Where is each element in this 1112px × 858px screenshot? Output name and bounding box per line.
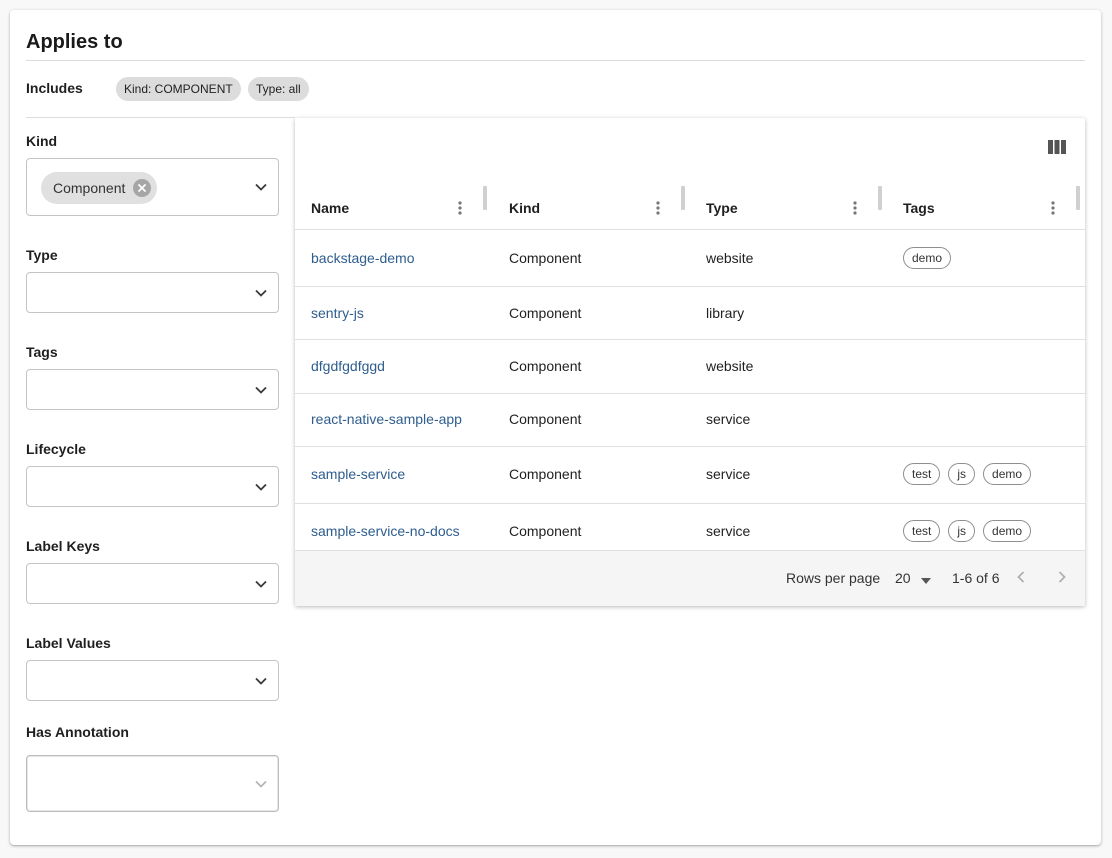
- label-keys-filter-label: Label Keys: [26, 538, 100, 554]
- entity-name-link[interactable]: react-native-sample-app: [311, 411, 462, 427]
- arrow-drop-down-icon[interactable]: [920, 571, 932, 587]
- entity-type: service: [706, 411, 751, 427]
- has-annotation-select[interactable]: [26, 755, 279, 812]
- includes-divider: [26, 117, 295, 118]
- pagination-range: 1-6 of 6: [952, 570, 1000, 586]
- more-vert-icon[interactable]: [853, 200, 857, 216]
- chevron-left-icon[interactable]: [1016, 570, 1026, 587]
- card-title: Applies to: [26, 31, 123, 53]
- lifecycle-select[interactable]: [26, 466, 279, 507]
- entity-type: service: [706, 523, 751, 539]
- rows-per-page-value: 20: [895, 570, 911, 586]
- entity-kind: Component: [509, 250, 582, 266]
- entity-name-link[interactable]: sample-service-no-docs: [311, 523, 460, 539]
- entity-name-link[interactable]: backstage-demo: [311, 250, 415, 266]
- tag-chip: test: [903, 463, 941, 485]
- label-keys-select[interactable]: [26, 563, 279, 604]
- column-resize-handle[interactable]: [483, 186, 487, 210]
- chevron-down-icon[interactable]: [254, 674, 268, 688]
- row-divider: [295, 503, 1085, 504]
- title-divider: [26, 60, 1085, 61]
- row-divider: [295, 446, 1085, 447]
- entity-type: service: [706, 466, 751, 482]
- rows-per-page-select[interactable]: 20: [895, 570, 932, 587]
- entity-tags: test js demo: [903, 520, 1039, 542]
- entity-table: Name Kind Type Tags backstage-demo Compo…: [295, 118, 1085, 606]
- tag-chip: demo: [983, 463, 1032, 485]
- entity-name-link[interactable]: sample-service: [311, 466, 405, 482]
- lifecycle-filter-label: Lifecycle: [26, 441, 86, 457]
- chevron-down-icon[interactable]: [254, 777, 268, 791]
- includes-chip-type: Type: all: [248, 77, 309, 101]
- kind-chip-label: Component: [53, 180, 126, 196]
- column-header-name[interactable]: Name: [311, 188, 349, 228]
- entity-tags: test js demo: [903, 463, 1039, 485]
- row-divider: [295, 339, 1085, 340]
- more-vert-icon[interactable]: [458, 200, 462, 216]
- type-select[interactable]: [26, 272, 279, 313]
- tag-chip: js: [948, 520, 976, 542]
- entity-kind: Component: [509, 305, 582, 321]
- tag-chip: demo: [983, 520, 1032, 542]
- tag-chip: demo: [903, 247, 952, 269]
- more-vert-icon[interactable]: [656, 200, 660, 216]
- column-header-tags[interactable]: Tags: [903, 188, 935, 228]
- includes-label: Includes: [26, 80, 83, 96]
- column-resize-handle[interactable]: [1076, 186, 1080, 210]
- column-header-type[interactable]: Type: [706, 188, 738, 228]
- chevron-down-icon[interactable]: [254, 180, 268, 194]
- label-values-filter-label: Label Values: [26, 635, 111, 651]
- entity-kind: Component: [509, 523, 582, 539]
- entity-kind: Component: [509, 358, 582, 374]
- more-vert-icon[interactable]: [1051, 200, 1055, 216]
- chevron-down-icon[interactable]: [254, 577, 268, 591]
- entity-name-link[interactable]: dfgdfgdfggd: [311, 358, 385, 374]
- row-divider: [295, 393, 1085, 394]
- rows-per-page-label: Rows per page: [786, 570, 881, 586]
- kind-select[interactable]: Component: [26, 158, 279, 216]
- entity-type: website: [706, 358, 754, 374]
- entity-tags: demo: [903, 247, 959, 269]
- includes-chip-kind: Kind: COMPONENT: [116, 77, 241, 101]
- type-filter-label: Type: [26, 247, 58, 263]
- chevron-down-icon[interactable]: [254, 480, 268, 494]
- has-annotation-filter-label: Has Annotation: [26, 724, 129, 740]
- tags-filter-label: Tags: [26, 344, 58, 360]
- column-header-kind[interactable]: Kind: [509, 188, 540, 228]
- chevron-down-icon[interactable]: [254, 383, 268, 397]
- row-divider: [295, 286, 1085, 287]
- column-resize-handle[interactable]: [878, 186, 882, 210]
- entity-type: website: [706, 250, 754, 266]
- entity-kind: Component: [509, 411, 582, 427]
- tag-chip: js: [948, 463, 976, 485]
- cancel-circle-icon[interactable]: [133, 179, 152, 197]
- label-values-select[interactable]: [26, 660, 279, 701]
- tags-select[interactable]: [26, 369, 279, 410]
- kind-filter-label: Kind: [26, 133, 58, 149]
- chevron-right-icon[interactable]: [1057, 570, 1067, 587]
- header-divider: [295, 229, 1085, 230]
- entity-name-link[interactable]: sentry-js: [311, 305, 364, 321]
- entity-kind: Component: [509, 466, 582, 482]
- kind-chip[interactable]: Component: [41, 172, 158, 204]
- chevron-down-icon[interactable]: [254, 286, 268, 300]
- view-column-icon[interactable]: [1047, 139, 1067, 155]
- applies-to-card: Applies to Includes Kind: COMPONENT Type…: [10, 10, 1101, 845]
- entity-type: library: [706, 305, 745, 321]
- table-pagination: Rows per page 20 1-6 of 6: [295, 550, 1085, 606]
- column-resize-handle[interactable]: [681, 186, 685, 210]
- tag-chip: test: [903, 520, 941, 542]
